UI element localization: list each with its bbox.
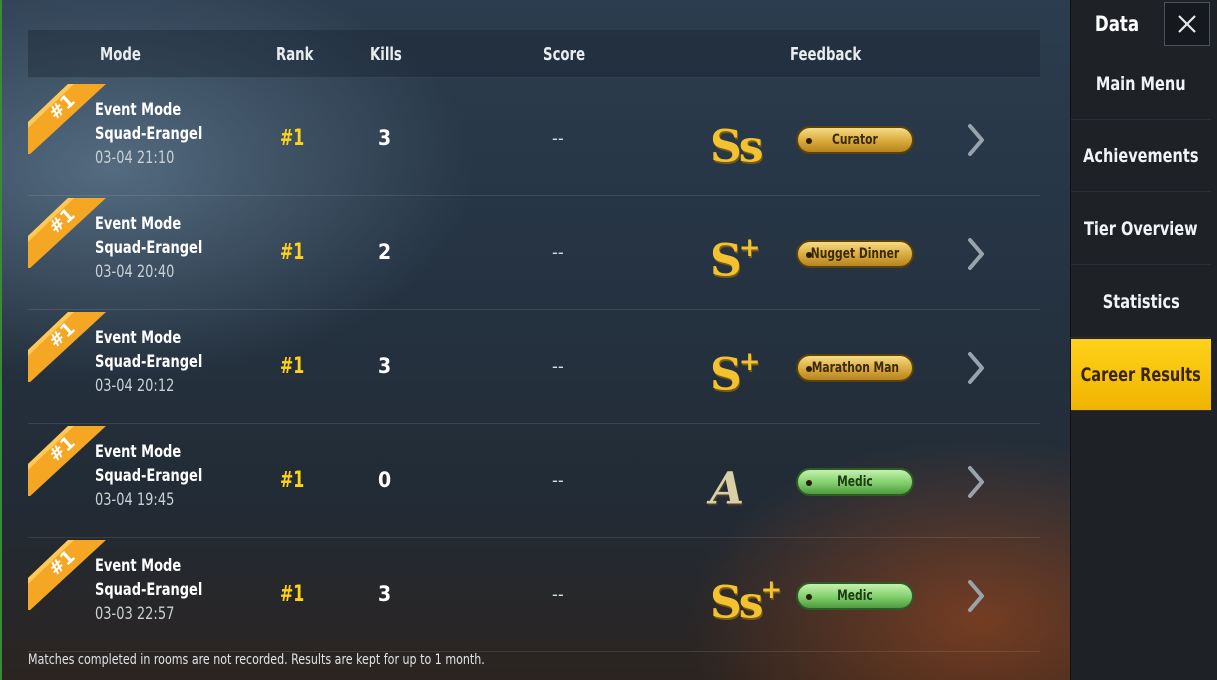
sidebar-item-achievements[interactable]: Achievements: [1071, 120, 1211, 192]
rank-value: #1: [280, 468, 305, 493]
feedback-badge: Medic: [796, 468, 914, 496]
feedback-badge: Curator: [796, 126, 914, 154]
map-name: Squad-Erangel: [95, 466, 203, 486]
grade-plus: +: [760, 575, 783, 605]
mode-name: Event Mode: [95, 214, 182, 234]
header-mode: Mode: [100, 44, 141, 65]
grade-letter: A: [710, 463, 744, 515]
grade-letter: S: [710, 349, 742, 401]
mode-info: Event Mode Squad-Erangel 03-04 19:45: [95, 440, 202, 512]
mode-name: Event Mode: [95, 100, 182, 120]
grade-plus: +: [738, 347, 761, 377]
sidebar-item-statistics[interactable]: Statistics: [1071, 266, 1211, 338]
rank-value: #1: [280, 126, 305, 151]
map-name: Squad-Erangel: [95, 352, 203, 372]
match-date: 03-04 20:40: [95, 262, 175, 282]
feedback-badge: Marathon Man: [796, 354, 914, 382]
mode-info: Event Mode Squad-Erangel 03-03 22:57: [95, 554, 202, 626]
chevron-right-icon[interactable]: [964, 578, 988, 614]
footnote: Matches completed in rooms are not recor…: [28, 652, 485, 668]
match-date: 03-03 22:57: [95, 604, 175, 624]
feedback-label: Curator: [832, 132, 878, 148]
sidebar-title: Data: [1094, 12, 1140, 36]
badge-dot-icon: [806, 594, 812, 600]
left-edge-strip: [0, 0, 2, 680]
score-value: --: [552, 128, 564, 149]
map-name: Squad-Erangel: [95, 238, 203, 258]
feedback-label: Medic: [837, 474, 873, 490]
kills-value: 3: [378, 582, 392, 606]
sidebar-item-label: Main Menu: [1096, 72, 1186, 95]
header-kills: Kills: [370, 44, 402, 65]
grade-icon: S+: [710, 228, 761, 287]
sidebar: Data Main Menu Achievements Tier Overview S…: [1070, 0, 1217, 680]
table-header: Mode Rank Kills Score Feedback: [28, 30, 1040, 78]
grade-letter: Ss: [710, 121, 764, 173]
map-name: Squad-Erangel: [95, 580, 203, 600]
score-value: --: [552, 584, 564, 605]
mode-info: Event Mode Squad-Erangel 03-04 20:40: [95, 212, 202, 284]
mode-info: Event Mode Squad-Erangel 03-04 20:12: [95, 326, 202, 398]
mode-name: Event Mode: [95, 328, 182, 348]
chevron-right-icon[interactable]: [964, 350, 988, 386]
badge-dot-icon: [806, 480, 812, 486]
map-name: Squad-Erangel: [95, 124, 203, 144]
score-value: --: [552, 356, 564, 377]
kills-value: 3: [378, 126, 392, 150]
grade-icon: Ss+: [710, 570, 783, 629]
match-date: 03-04 21:10: [95, 148, 175, 168]
header-rank: Rank: [276, 44, 314, 65]
rank-value: #1: [280, 582, 305, 607]
sidebar-item-tier-overview[interactable]: Tier Overview: [1071, 193, 1211, 265]
mode-name: Event Mode: [95, 556, 182, 576]
score-value: --: [552, 470, 564, 491]
sidebar-item-label: Achievements: [1083, 144, 1199, 167]
match-date: 03-04 20:12: [95, 376, 175, 396]
mode-name: Event Mode: [95, 442, 182, 462]
sidebar-item-label: Career Results: [1080, 363, 1202, 386]
feedback-badge: Medic: [796, 582, 914, 610]
kills-value: 0: [378, 468, 392, 492]
kills-value: 2: [378, 240, 392, 264]
sidebar-item-main-menu[interactable]: Main Menu: [1071, 48, 1211, 120]
feedback-label: Nugget Dinner: [810, 246, 900, 262]
chevron-right-icon[interactable]: [964, 122, 988, 158]
rank-value: #1: [280, 354, 305, 379]
table-row[interactable]: #1 Event Mode Squad-Erangel 03-04 21:10 …: [28, 82, 1040, 196]
score-value: --: [552, 242, 564, 263]
grade-icon: S+: [710, 342, 761, 401]
feedback-label: Medic: [837, 588, 873, 604]
close-button[interactable]: [1164, 2, 1210, 46]
feedback-label: Marathon Man: [811, 360, 899, 376]
sidebar-item-career-results[interactable]: Career Results: [1071, 339, 1211, 411]
match-date: 03-04 19:45: [95, 490, 175, 510]
header-feedback: Feedback: [790, 44, 862, 65]
grade-letter: S: [710, 235, 742, 287]
chevron-right-icon[interactable]: [964, 236, 988, 272]
sidebar-item-label: Tier Overview: [1084, 217, 1198, 240]
chevron-right-icon[interactable]: [964, 464, 988, 500]
grade-icon: A: [710, 456, 744, 515]
table-row[interactable]: #1 Event Mode Squad-Erangel 03-04 20:12 …: [28, 310, 1040, 424]
mode-info: Event Mode Squad-Erangel 03-04 21:10: [95, 98, 202, 170]
kills-value: 3: [378, 354, 392, 378]
close-icon: [1178, 15, 1196, 33]
grade-letter: Ss: [710, 577, 764, 629]
badge-dot-icon: [806, 138, 812, 144]
feedback-badge: Nugget Dinner: [796, 240, 914, 268]
grade-icon: Ss: [710, 114, 764, 173]
table-row[interactable]: #1 Event Mode Squad-Erangel 03-04 20:40 …: [28, 196, 1040, 310]
grade-plus: +: [738, 233, 761, 263]
table-row[interactable]: #1 Event Mode Squad-Erangel 03-04 19:45 …: [28, 424, 1040, 538]
header-score: Score: [543, 44, 586, 65]
sidebar-item-label: Statistics: [1102, 290, 1180, 313]
rank-value: #1: [280, 240, 305, 265]
table-row[interactable]: #1 Event Mode Squad-Erangel 03-03 22:57 …: [28, 538, 1040, 652]
